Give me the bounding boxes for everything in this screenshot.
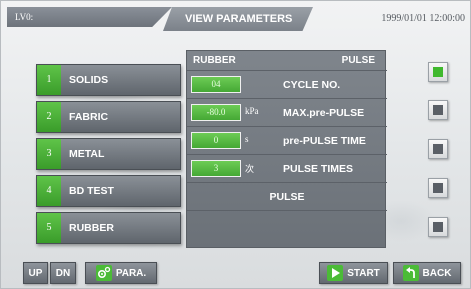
pulse-times-field[interactable]: 3 [191,160,241,177]
indicator-dot [433,222,443,232]
param-unit: 次 [245,164,255,174]
mode-number: 4 [37,176,61,206]
max-pre-pulse-field[interactable]: -80.0 [191,104,241,121]
para-label: PARA. [115,267,147,279]
mode-label: SOLIDS [69,74,109,86]
top-bar: LV0: VIEW PARAMETERS 1999/01/01 12:00:00 [1,1,470,31]
up-label: UP [28,267,43,279]
pre-pulse-time-field[interactable]: 0 [191,132,241,149]
indicator-dot [433,183,443,193]
mode-number: 3 [37,139,61,169]
para-button[interactable]: PARA. [85,262,157,284]
mode-number: 1 [37,65,61,95]
param-unit: s [245,134,249,144]
mode-button-metal[interactable]: 3 METAL [36,138,181,170]
panel-header: RUBBER PULSE [187,51,387,70]
param-label: pre-PULSE TIME [283,135,366,147]
return-arrow-icon [402,265,419,281]
mode-label: METAL [69,148,105,160]
indicator-4 [428,178,448,198]
mode-button-solids[interactable]: 1 SOLIDS [36,64,181,96]
param-label: CYCLE NO. [283,79,341,91]
page-title: VIEW PARAMETERS [163,7,313,31]
param-row-pre-pulse-time: 0 s pre-PULSE TIME [187,126,387,154]
panel-mode-title: RUBBER [193,55,236,66]
play-icon [327,265,344,281]
start-button[interactable]: START [319,262,388,284]
param-row-cycle-no: 04 CYCLE NO. [187,70,387,98]
back-label: BACK [422,267,452,279]
mode-button-rubber[interactable]: 5 RUBBER [36,212,181,244]
indicator-dot [433,105,443,115]
mode-label: RUBBER [69,222,114,234]
hmi-screen: LV0: VIEW PARAMETERS 1999/01/01 12:00:00… [0,0,471,289]
up-button[interactable]: UP [23,262,48,284]
indicator-2 [428,100,448,120]
parameter-panel: RUBBER PULSE 04 CYCLE NO. -80.0 kPa MAX.… [186,50,387,248]
param-unit: kPa [245,106,259,116]
mode-number: 5 [37,213,61,243]
param-row-pulse-times: 3 次 PULSE TIMES [187,154,387,182]
datetime-display: 1999/01/01 12:00:00 [381,13,465,24]
indicator-5 [428,217,448,237]
pulse-section-label: PULSE [269,191,305,203]
param-row-empty [187,210,387,248]
param-row-pulse: PULSE [187,182,387,210]
user-level: LV0: [7,7,172,27]
indicator-3 [428,139,448,159]
indicator-1 [428,62,448,82]
mode-label: BD TEST [69,185,114,197]
param-row-max-pre-pulse: -80.0 kPa MAX.pre-PULSE [187,98,387,126]
mode-number: 2 [37,102,61,132]
mode-button-fabric[interactable]: 2 FABRIC [36,101,181,133]
mode-label: FABRIC [69,111,109,123]
back-button[interactable]: BACK [393,262,461,284]
dn-button[interactable]: DN [50,262,76,284]
gears-icon [95,265,112,281]
dn-label: DN [55,267,71,279]
start-label: START [347,267,380,279]
panel-cycle-type: PULSE [341,55,375,66]
mode-button-bd-test[interactable]: 4 BD TEST [36,175,181,207]
param-label: PULSE TIMES [283,163,354,175]
param-label: MAX.pre-PULSE [283,107,365,119]
cycle-no-field[interactable]: 04 [191,76,241,93]
indicator-dot [433,67,443,77]
indicator-dot [433,144,443,154]
